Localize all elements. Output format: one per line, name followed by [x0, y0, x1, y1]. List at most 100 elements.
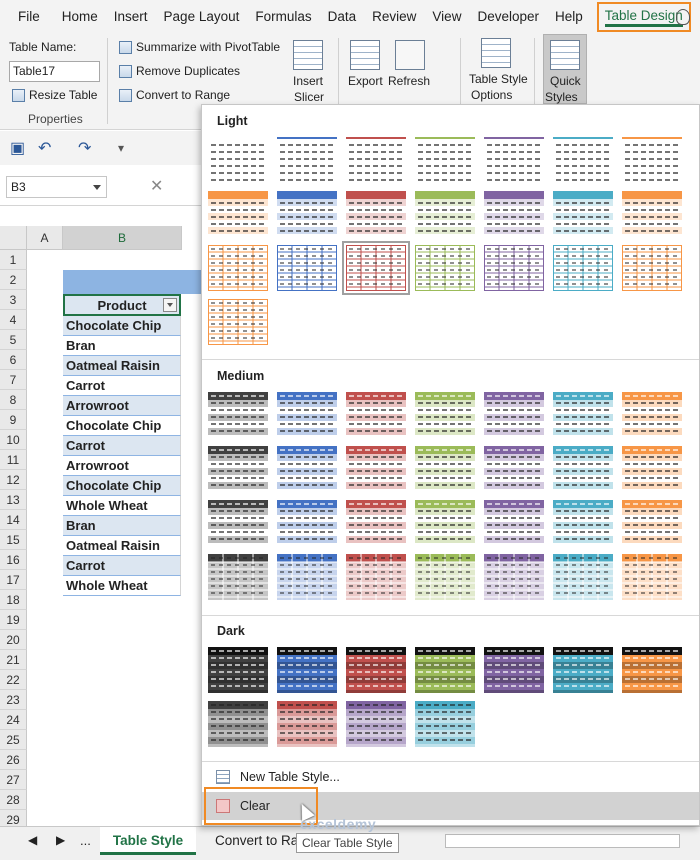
table-style-swatch[interactable] — [346, 554, 406, 600]
table-style-swatch[interactable] — [484, 554, 544, 600]
sheet-next-icon[interactable]: ▶ — [56, 833, 65, 847]
table-style-swatch[interactable] — [622, 446, 682, 492]
row-header[interactable]: 14 — [0, 510, 27, 530]
row-header[interactable]: 8 — [0, 390, 27, 410]
redo-icon[interactable]: ↷ — [78, 138, 91, 158]
table-style-swatch[interactable] — [208, 701, 268, 747]
row-header[interactable]: 19 — [0, 610, 27, 630]
table-style-swatch[interactable] — [553, 392, 613, 438]
table-cell[interactable]: Bran — [63, 336, 181, 356]
filter-dropdown-icon[interactable] — [163, 298, 177, 312]
tab-page-layout[interactable]: Page Layout — [156, 0, 248, 34]
row-header[interactable]: 10 — [0, 430, 27, 450]
table-style-swatch[interactable] — [553, 554, 613, 600]
convert-to-range-button[interactable]: Convert to Range — [119, 88, 230, 102]
row-header[interactable]: 20 — [0, 630, 27, 650]
resize-table-button[interactable]: Resize Table — [12, 88, 97, 102]
table-style-swatch[interactable] — [553, 191, 613, 237]
table-cell[interactable]: Carrot — [63, 376, 181, 396]
table-style-swatch[interactable] — [415, 137, 475, 183]
tab-developer[interactable]: Developer — [469, 0, 547, 34]
table-style-swatch[interactable] — [208, 647, 268, 693]
insert-slicer-label-2[interactable]: Slicer — [294, 90, 324, 104]
tab-insert[interactable]: Insert — [106, 0, 156, 34]
row-header[interactable]: 15 — [0, 530, 27, 550]
tab-formulas[interactable]: Formulas — [247, 0, 319, 34]
table-cell[interactable]: Chocolate Chip — [63, 476, 181, 496]
row-header[interactable]: 9 — [0, 410, 27, 430]
table-cell[interactable]: Carrot — [63, 556, 181, 576]
row-header[interactable]: 3 — [0, 290, 27, 310]
row-header[interactable]: 18 — [0, 590, 27, 610]
table-style-swatch[interactable] — [346, 191, 406, 237]
row-header[interactable]: 2 — [0, 270, 27, 290]
table-style-swatch[interactable] — [484, 191, 544, 237]
tab-review[interactable]: Review — [364, 0, 424, 34]
customize-toolbar-icon[interactable]: ▾ — [118, 141, 124, 155]
table-style-swatch[interactable] — [415, 446, 475, 492]
table-style-swatch[interactable] — [208, 392, 268, 438]
table-cell[interactable]: Chocolate Chip — [63, 316, 181, 336]
table-style-swatch[interactable] — [208, 245, 268, 291]
table-style-swatch[interactable] — [208, 554, 268, 600]
sheet-tab-convert[interactable]: Convert to Ra — [203, 827, 310, 855]
table-style-swatch[interactable] — [415, 554, 475, 600]
table-style-options-icon[interactable] — [481, 38, 511, 68]
tab-data[interactable]: Data — [320, 0, 365, 34]
table-style-swatch[interactable] — [415, 191, 475, 237]
table-cell[interactable]: Whole Wheat — [63, 576, 181, 596]
table-style-swatch[interactable] — [484, 245, 544, 291]
table-style-swatch[interactable] — [208, 191, 268, 237]
column-header-a[interactable]: A — [27, 226, 63, 250]
lightbulb-icon[interactable] — [676, 9, 690, 25]
table-style-swatch[interactable] — [622, 191, 682, 237]
export-label[interactable]: Export — [348, 74, 383, 88]
worksheet-grid[interactable]: A B 1 2 3 4 5 6 7 8 9 10 11 12 13 14 15 16 17 18 19 20 21 22 2… — [0, 226, 202, 830]
row-header[interactable]: 6 — [0, 350, 27, 370]
table-style-swatch[interactable] — [346, 647, 406, 693]
insert-slicer-icon[interactable] — [293, 40, 323, 70]
sheet-prev-icon[interactable]: ◀ — [28, 833, 37, 847]
table-style-swatch[interactable] — [553, 245, 613, 291]
tab-home[interactable]: Home — [54, 0, 106, 34]
table-style-swatch[interactable] — [346, 701, 406, 747]
table-style-swatch[interactable] — [415, 647, 475, 693]
table-style-swatch[interactable] — [208, 299, 268, 345]
table-style-swatch[interactable] — [622, 137, 682, 183]
table-style-swatch[interactable] — [208, 500, 268, 546]
table-cell[interactable]: Bran — [63, 516, 181, 536]
row-header[interactable]: 5 — [0, 330, 27, 350]
table-style-swatch[interactable] — [484, 446, 544, 492]
table-style-swatch[interactable] — [346, 500, 406, 546]
table-style-swatch[interactable] — [622, 647, 682, 693]
table-style-swatch[interactable] — [277, 245, 337, 291]
table-style-swatch[interactable] — [622, 245, 682, 291]
table-style-options-label-2[interactable]: Options — [471, 88, 512, 102]
row-header[interactable]: 12 — [0, 470, 27, 490]
row-header[interactable]: 26 — [0, 750, 27, 770]
table-cell[interactable]: Whole Wheat — [63, 496, 181, 516]
table-style-swatch[interactable] — [415, 500, 475, 546]
table-style-swatch[interactable] — [622, 392, 682, 438]
table-cell[interactable]: Carrot — [63, 436, 181, 456]
remove-duplicates-button[interactable]: Remove Duplicates — [119, 64, 240, 78]
table-style-swatch[interactable] — [622, 500, 682, 546]
table-name-input[interactable]: Table17 — [9, 61, 100, 82]
table-cell[interactable]: Chocolate Chip — [63, 416, 181, 436]
cancel-formula-icon[interactable]: ✕ — [150, 176, 163, 196]
table-style-swatch[interactable] — [415, 701, 475, 747]
column-header-b[interactable]: B — [63, 226, 182, 250]
export-icon[interactable] — [350, 40, 380, 70]
table-style-swatch[interactable] — [277, 647, 337, 693]
table-style-swatch[interactable] — [553, 446, 613, 492]
table-style-swatch[interactable] — [415, 245, 475, 291]
row-header[interactable]: 28 — [0, 790, 27, 810]
table-style-swatch[interactable] — [346, 446, 406, 492]
undo-icon[interactable]: ↶ — [38, 138, 51, 158]
table-style-swatch[interactable] — [277, 500, 337, 546]
row-header[interactable]: 17 — [0, 570, 27, 590]
table-style-swatch[interactable] — [277, 191, 337, 237]
table-style-swatch[interactable] — [484, 647, 544, 693]
refresh-label[interactable]: Refresh — [388, 74, 430, 88]
new-table-style-item[interactable]: New Table Style... — [202, 763, 699, 791]
